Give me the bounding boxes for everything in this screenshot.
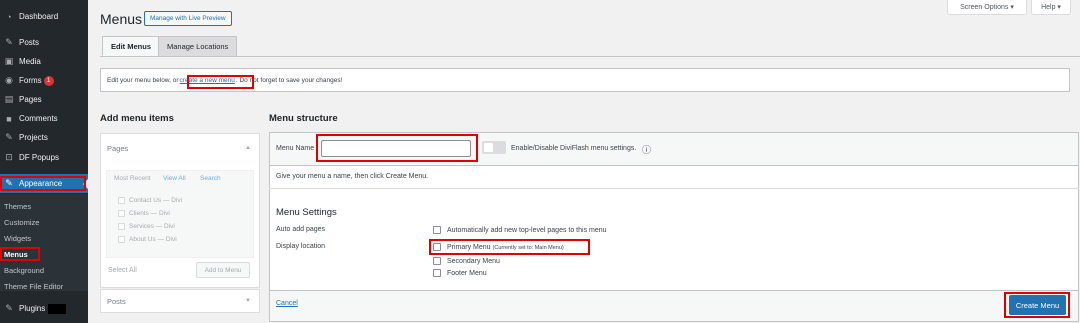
pages-panel-title[interactable]: Pages bbox=[101, 134, 259, 163]
popup-icon: ⊡ bbox=[5, 152, 13, 162]
checkbox[interactable] bbox=[118, 210, 125, 217]
sidebar-item-projects[interactable]: ✎ Projects bbox=[0, 128, 88, 147]
sidebar-item-media[interactable]: ▣ Media bbox=[0, 52, 88, 71]
menu-settings-title: Menu Settings bbox=[276, 207, 337, 218]
add-to-menu-button[interactable]: Add to Menu bbox=[196, 262, 250, 278]
tab-search[interactable]: Search bbox=[200, 175, 221, 182]
footer-menu-checkbox[interactable] bbox=[433, 269, 441, 277]
auto-add-option: Automatically add new top-level pages to… bbox=[447, 227, 607, 234]
add-menu-items-heading: Add menu items bbox=[100, 113, 174, 124]
menu-footer-bar bbox=[269, 290, 1079, 322]
menu-name-label: Menu Name bbox=[276, 145, 315, 152]
page-title: Menus bbox=[100, 11, 143, 27]
list-item[interactable]: Contact Us — Divi bbox=[118, 197, 182, 204]
pin-icon: ✎ bbox=[5, 37, 13, 47]
tab-view-all[interactable]: View All bbox=[163, 175, 186, 182]
dashboard-icon: ◔ bbox=[6, 11, 12, 22]
comment-icon: ■ bbox=[6, 113, 12, 124]
highlight-menu-name bbox=[316, 134, 478, 162]
list-item[interactable]: Clients — Divi bbox=[118, 210, 170, 217]
sidebar-item-forms[interactable]: ◉ Forms 1 bbox=[0, 71, 88, 90]
page-icon: ▤ bbox=[4, 94, 14, 104]
submenu-customize[interactable]: Customize bbox=[4, 218, 39, 227]
diviflash-toggle[interactable] bbox=[482, 141, 506, 154]
cancel-link[interactable]: Cancel bbox=[276, 300, 298, 307]
chevron-down-icon[interactable]: ▼ bbox=[245, 298, 251, 304]
auto-add-checkbox[interactable] bbox=[433, 226, 441, 234]
notification-badge: 1 bbox=[43, 75, 54, 86]
sidebar-item-comments[interactable]: ■ Comments bbox=[0, 109, 88, 128]
plugin-icon: ✎ bbox=[5, 303, 13, 313]
display-location-label: Display location bbox=[276, 243, 326, 250]
forms-icon: ◉ bbox=[5, 75, 13, 85]
checkbox[interactable] bbox=[118, 236, 125, 243]
sidebar-item-plugins[interactable]: ✎ Plugins bbox=[0, 299, 88, 318]
sidebar-item-posts[interactable]: ✎ Posts bbox=[0, 33, 88, 52]
tab-edit-menus[interactable]: Edit Menus bbox=[102, 36, 161, 56]
checkbox[interactable] bbox=[118, 197, 125, 204]
divider bbox=[269, 188, 1079, 189]
select-all-label[interactable]: Select All bbox=[108, 267, 137, 274]
highlight-menus bbox=[0, 247, 40, 261]
chevron-up-icon[interactable]: ▲ bbox=[245, 145, 251, 151]
pin-icon: ✎ bbox=[5, 132, 13, 142]
submenu-background[interactable]: Background bbox=[4, 266, 44, 275]
sidebar-item-df-popups[interactable]: ⊡ DF Popups bbox=[0, 148, 88, 167]
redacted-block bbox=[48, 303, 67, 314]
highlight-primary-menu bbox=[429, 239, 590, 255]
admin-sidebar: ◔ Dashboard ✎ Posts ▣ Media ◉ Forms 1 ▤ Pages … bbox=[0, 0, 88, 323]
submenu-widgets[interactable]: Widgets bbox=[4, 234, 31, 243]
screen-options-button[interactable]: Screen Options ▾ bbox=[947, 0, 1027, 15]
toggle-label: Enable/Disable DiviFlash menu settings. bbox=[511, 145, 637, 152]
footer-menu-label: Footer Menu bbox=[447, 270, 487, 277]
menu-hint: Give your menu a name, then click Create… bbox=[276, 173, 429, 180]
tab-manage-locations[interactable]: Manage Locations bbox=[158, 36, 238, 56]
secondary-menu-checkbox[interactable] bbox=[433, 257, 441, 265]
highlight-create-link bbox=[187, 75, 254, 89]
submenu-theme-file-editor[interactable]: Theme File Editor bbox=[4, 282, 63, 291]
menu-structure-heading: Menu structure bbox=[269, 113, 338, 124]
sidebar-item-pages[interactable]: ▤ Pages bbox=[0, 90, 88, 109]
list-item[interactable]: About Us — Divi bbox=[118, 236, 177, 243]
tab-divider bbox=[100, 56, 1080, 57]
highlight-appearance bbox=[0, 176, 86, 191]
sidebar-item-dashboard[interactable]: ◔ Dashboard bbox=[0, 7, 88, 26]
auto-add-label: Auto add pages bbox=[276, 226, 326, 233]
posts-panel-title[interactable]: Posts bbox=[101, 290, 259, 313]
highlight-create-menu bbox=[1004, 292, 1070, 318]
tab-most-recent[interactable]: Most Recent bbox=[114, 175, 151, 182]
info-icon[interactable]: ⓘ bbox=[642, 143, 651, 156]
list-item[interactable]: Services — Divi bbox=[118, 223, 175, 230]
posts-panel: Posts ▼ bbox=[100, 289, 260, 313]
media-icon: ▣ bbox=[4, 56, 14, 66]
appearance-submenu: Themes Customize Widgets Menus Backgroun… bbox=[0, 194, 88, 291]
live-preview-button[interactable]: Manage with Live Preview bbox=[144, 11, 232, 26]
help-button[interactable]: Help ▾ bbox=[1031, 0, 1071, 15]
secondary-menu-label: Secondary Menu bbox=[447, 258, 500, 265]
checkbox[interactable] bbox=[118, 223, 125, 230]
submenu-themes[interactable]: Themes bbox=[4, 202, 31, 211]
